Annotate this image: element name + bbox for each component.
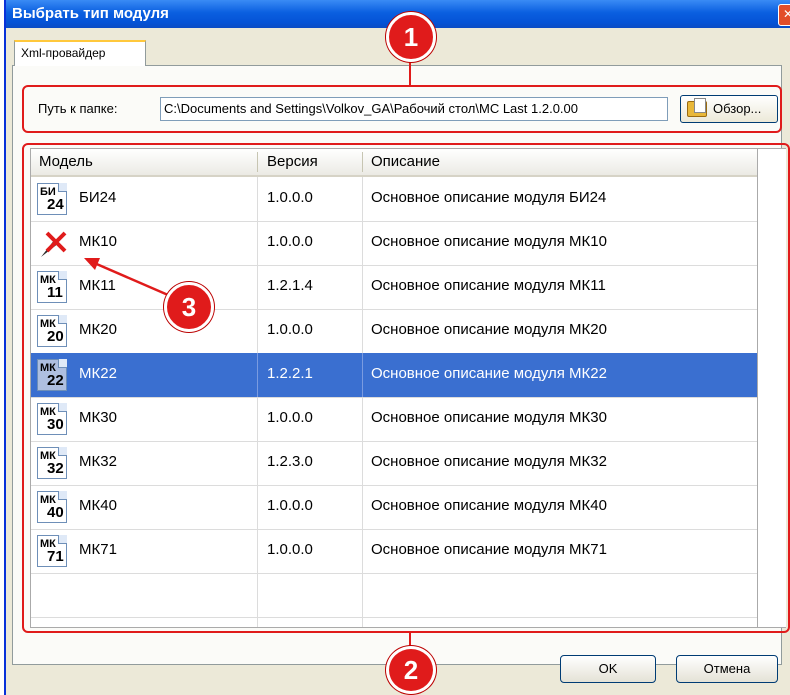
ok-button[interactable]: OK	[560, 655, 656, 683]
callout-1: 1	[386, 12, 436, 62]
callout-2: 2	[386, 646, 436, 694]
path-highlight	[22, 85, 782, 133]
tab-xml-provider[interactable]: Xml-провайдер	[14, 40, 146, 66]
tab-label: Xml-провайдер	[21, 46, 106, 60]
callout-3: 3	[164, 282, 214, 332]
cancel-button[interactable]: Отмена	[676, 655, 778, 683]
grid-highlight	[22, 143, 790, 633]
close-button[interactable]: ✕	[778, 4, 790, 26]
window-title: Выбрать тип модуля	[12, 5, 169, 22]
